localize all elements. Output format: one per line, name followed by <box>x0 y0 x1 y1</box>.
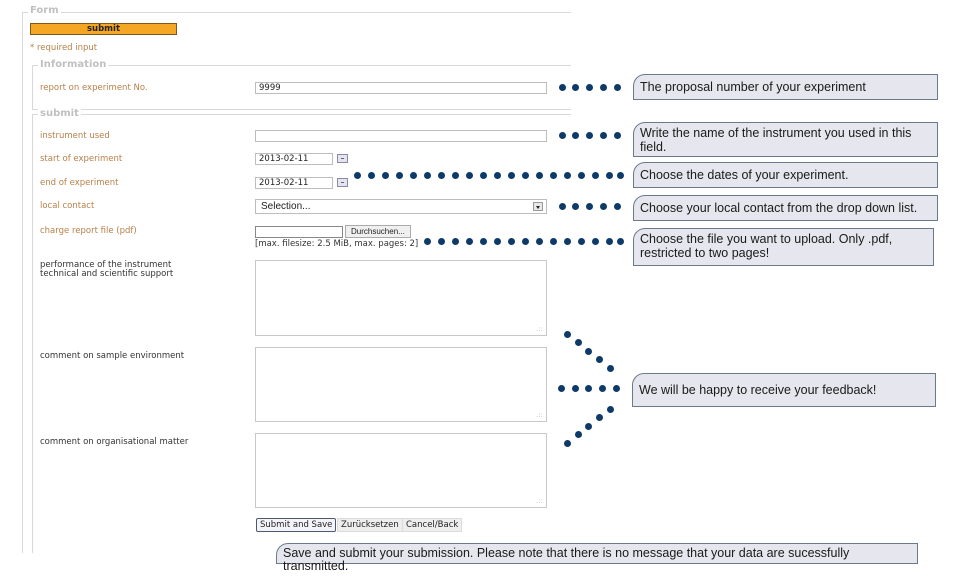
sample-env-textarea[interactable]: .:: <box>255 347 547 422</box>
file-label: charge report file (pdf) <box>40 226 137 236</box>
callout-proposal: The proposal number of your experiment <box>633 74 938 100</box>
file-path-input[interactable] <box>255 226 343 238</box>
chevron-down-icon[interactable] <box>533 202 543 211</box>
callout-instrument: Write the name of the instrument you use… <box>633 122 938 157</box>
cancel-back-button[interactable]: Cancel/Back <box>402 518 463 532</box>
calendar-icon[interactable] <box>337 154 348 163</box>
local-contact-value: Selection... <box>261 201 311 212</box>
performance-label-2: technical and scientific support <box>40 269 174 279</box>
required-note: * required input <box>30 43 98 53</box>
callout-feedback: We will be happy to receive your feedbac… <box>632 373 936 407</box>
instrument-input[interactable] <box>255 130 547 142</box>
top-submit-label: submit <box>86 24 121 34</box>
performance-textarea[interactable]: .:: <box>255 260 547 336</box>
sample-env-label: comment on sample environment <box>40 351 185 361</box>
end-label: end of experiment <box>40 178 119 188</box>
top-submit-button[interactable]: submit <box>30 23 177 35</box>
callout-file: Choose the file you want to upload. Only… <box>633 228 934 266</box>
resize-grip-icon[interactable]: .:: <box>536 326 543 333</box>
local-contact-select[interactable]: Selection... <box>255 199 547 214</box>
submit-legend: submit <box>38 108 81 120</box>
instrument-label: instrument used <box>40 131 110 141</box>
resize-grip-icon[interactable]: .:: <box>536 412 543 419</box>
end-date-input[interactable] <box>255 177 333 189</box>
resize-grip-icon[interactable]: .:: <box>536 498 543 505</box>
org-matter-label: comment on organisational matter <box>40 437 189 447</box>
callout-save: Save and submit your submission. Please … <box>276 543 918 573</box>
contact-label: local contact <box>40 201 95 211</box>
org-matter-textarea[interactable]: .:: <box>255 433 547 508</box>
browse-button[interactable]: Durchsuchen... <box>345 225 411 238</box>
file-hint: [max. filesize: 2.5 MiB, max. pages: 2] <box>255 239 419 249</box>
calendar-icon[interactable] <box>337 178 348 187</box>
experiment-no-input[interactable] <box>255 82 547 94</box>
reset-button[interactable]: Zurücksetzen <box>337 518 403 532</box>
callout-dates: Choose the dates of your experiment. <box>633 162 938 188</box>
experiment-no-label: report on experiment No. <box>40 83 148 93</box>
start-date-input[interactable] <box>255 153 333 165</box>
form-legend: Form <box>28 5 61 17</box>
callout-contact: Choose your local contact from the drop … <box>633 195 938 221</box>
information-legend: Information <box>38 59 109 71</box>
submit-and-save-button[interactable]: Submit and Save <box>256 518 337 532</box>
start-label: start of experiment <box>40 154 123 164</box>
